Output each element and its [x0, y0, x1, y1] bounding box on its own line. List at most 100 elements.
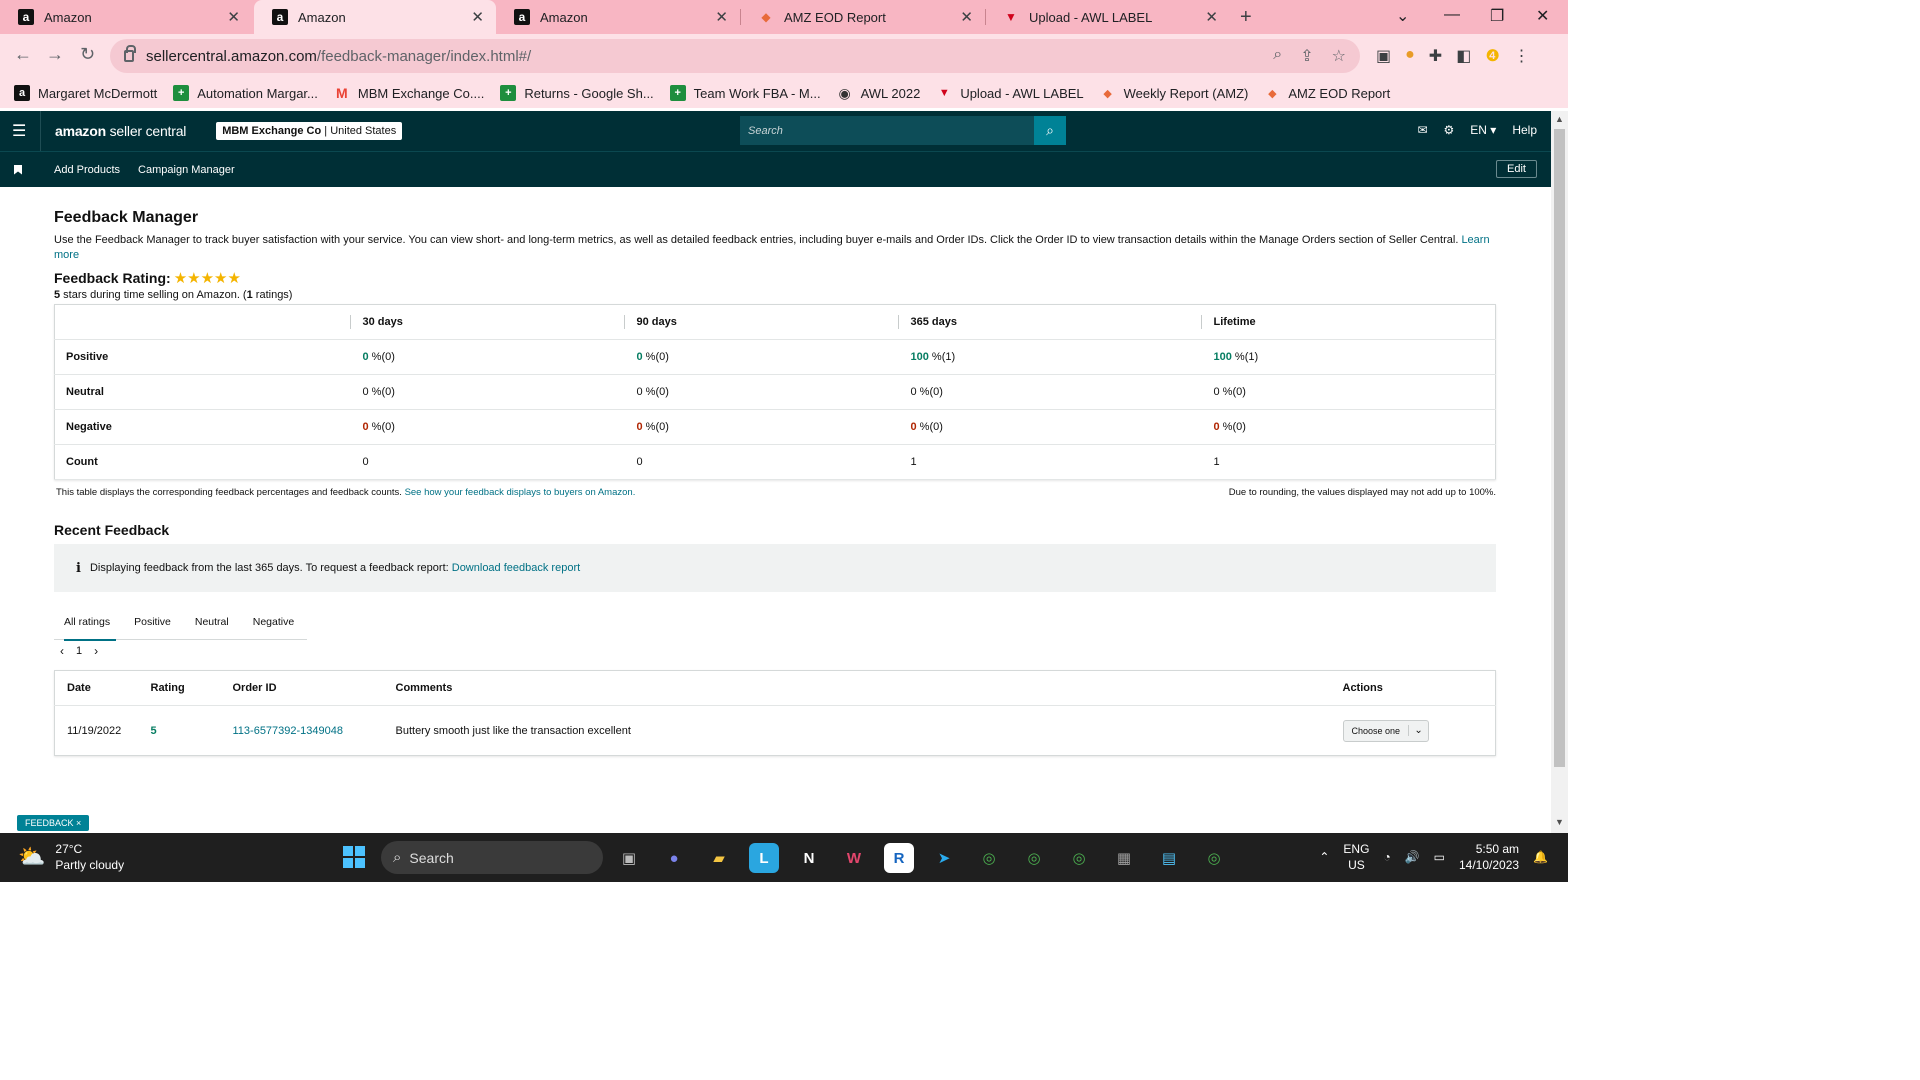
- windows-start-icon[interactable]: [343, 846, 365, 868]
- lock-icon[interactable]: [124, 45, 136, 62]
- tab-positive[interactable]: Positive: [124, 604, 181, 640]
- browser-tab[interactable]: ◆ AMZ EOD Report ✕: [740, 0, 985, 34]
- browser-tab-active[interactable]: a Amazon ✕: [254, 0, 496, 34]
- clock[interactable]: 5:50 am 14/10/2023: [1459, 841, 1519, 873]
- extensions-puzzle-icon[interactable]: ✚: [1429, 46, 1442, 66]
- scroll-up-icon[interactable]: ▲: [1555, 114, 1564, 124]
- bookmark-item[interactable]: a Margaret McDermott: [14, 85, 157, 101]
- restore-icon[interactable]: ❐: [1490, 6, 1504, 26]
- mail-icon[interactable]: ✉: [1417, 123, 1427, 137]
- bookmark-item[interactable]: ◉ AWL 2022: [837, 85, 920, 101]
- bookmark-item[interactable]: ◆ Weekly Report (AMZ): [1100, 85, 1248, 101]
- extension-off-icon[interactable]: ▣: [1376, 46, 1391, 66]
- seller-central-logo[interactable]: amazon seller central: [55, 123, 186, 139]
- share-icon[interactable]: ⇪: [1300, 46, 1313, 66]
- chrome-icon[interactable]: ◎: [1064, 843, 1094, 873]
- bookmark-item[interactable]: ▼ Upload - AWL LABEL: [936, 85, 1084, 101]
- chrome-icon[interactable]: ◎: [1199, 843, 1229, 873]
- hamburger-menu-icon[interactable]: ☰: [12, 121, 32, 141]
- side-panel-icon[interactable]: ◧: [1456, 46, 1471, 66]
- close-icon[interactable]: ✕: [227, 8, 240, 26]
- tab-neutral[interactable]: Neutral: [185, 604, 239, 640]
- minimize-icon[interactable]: —: [1444, 6, 1460, 24]
- bookmark-item[interactable]: M MBM Exchange Co....: [334, 85, 484, 101]
- close-icon[interactable]: ✕: [1205, 8, 1218, 26]
- windows-taskbar: ⛅ 27°C Partly cloudy ⌕ Search ▣ ● ▰ L N W …: [0, 833, 1568, 882]
- page-scrollbar[interactable]: ▲ ▼: [1551, 111, 1568, 833]
- volume-icon[interactable]: 🔊: [1405, 850, 1420, 864]
- close-icon[interactable]: ✕: [960, 8, 973, 26]
- metric-cell: 0 %(0): [624, 339, 899, 375]
- help-link[interactable]: Help: [1512, 123, 1537, 137]
- notification-bell-icon[interactable]: 🔔: [1533, 850, 1548, 864]
- browser-tab[interactable]: ▼ Upload - AWL LABEL ✕: [985, 0, 1230, 34]
- reload-icon[interactable]: ↻: [80, 44, 95, 65]
- l-app-icon[interactable]: L: [749, 843, 779, 873]
- close-icon[interactable]: ✕: [471, 8, 484, 26]
- extension-color-icon[interactable]: ●: [1405, 46, 1415, 66]
- next-page-icon[interactable]: ›: [94, 644, 98, 658]
- weather-widget[interactable]: ⛅ 27°C Partly cloudy: [18, 841, 124, 873]
- scroll-thumb[interactable]: [1554, 129, 1565, 767]
- chrome-icon[interactable]: ◎: [974, 843, 1004, 873]
- seller-search-input[interactable]: Search: [740, 116, 1034, 145]
- order-id-link[interactable]: 113-6577392-1349048: [221, 706, 384, 756]
- bookmark-item[interactable]: + Automation Margar...: [173, 85, 318, 101]
- bookmark-star-icon[interactable]: ☆: [1332, 46, 1346, 66]
- new-tab-icon[interactable]: +: [1240, 6, 1252, 29]
- browser-tab[interactable]: a Amazon ✕: [496, 0, 740, 34]
- subnav-campaign-manager[interactable]: Campaign Manager: [138, 164, 235, 176]
- bookmark-icon[interactable]: [14, 164, 22, 175]
- buyer-display-link[interactable]: See how your feedback displays to buyers…: [405, 487, 636, 498]
- edit-button[interactable]: Edit: [1496, 160, 1537, 178]
- show-hidden-icons[interactable]: ⌃: [1319, 850, 1329, 864]
- bookmark-item[interactable]: ◆ AMZ EOD Report: [1264, 85, 1390, 101]
- bookmark-item[interactable]: + Team Work FBA - M...: [669, 85, 821, 101]
- tab-search-icon[interactable]: ⌄: [1396, 6, 1409, 26]
- bookmark-item[interactable]: + Returns - Google Sh...: [500, 85, 654, 101]
- browser-tab[interactable]: a Amazon ✕: [0, 0, 252, 34]
- chevron-down-icon: ⌄: [1408, 725, 1428, 736]
- address-bar[interactable]: sellercentral.amazon.com/feedback-manage…: [110, 39, 1360, 73]
- tab-negative[interactable]: Negative: [243, 604, 304, 640]
- action-dropdown[interactable]: Choose one ⌄: [1342, 719, 1430, 742]
- w-app-icon[interactable]: W: [839, 843, 869, 873]
- prev-page-icon[interactable]: ‹: [60, 644, 64, 658]
- search-icon[interactable]: ⌕: [1034, 116, 1066, 145]
- order-id-text[interactable]: 113-6577392-1349048: [233, 725, 344, 737]
- battery-icon[interactable]: ▭: [1434, 850, 1445, 864]
- r-app-icon[interactable]: R: [884, 843, 914, 873]
- download-report-link[interactable]: Download feedback report: [452, 562, 580, 574]
- profile-avatar-icon[interactable]: ❹: [1485, 46, 1499, 66]
- n-app-icon[interactable]: N: [794, 843, 824, 873]
- taskbar-search[interactable]: ⌕ Search: [381, 841, 603, 874]
- chrome-icon[interactable]: ◎: [1019, 843, 1049, 873]
- url-text: sellercentral.amazon.com/feedback-manage…: [146, 48, 531, 65]
- zoom-icon[interactable]: ⌕: [1273, 46, 1282, 66]
- calculator-icon[interactable]: ▦: [1109, 843, 1139, 873]
- rating-stars: ★★★★★: [173, 270, 241, 287]
- close-icon[interactable]: ✕: [715, 8, 728, 26]
- input-language[interactable]: ENG US: [1343, 841, 1369, 873]
- forward-icon[interactable]: →: [46, 44, 64, 65]
- merchant-region: | United States: [321, 125, 397, 137]
- file-explorer-icon[interactable]: ▰: [704, 843, 734, 873]
- gear-icon[interactable]: ⚙: [1444, 123, 1455, 137]
- feedback-pill[interactable]: FEEDBACK ×: [17, 815, 90, 831]
- scroll-down-icon[interactable]: ▼: [1555, 817, 1564, 827]
- metric-cell: 0 %(0): [624, 409, 899, 445]
- notepad-icon[interactable]: ▤: [1154, 843, 1184, 873]
- task-view-icon[interactable]: ▣: [614, 843, 644, 873]
- teams-icon[interactable]: ●: [659, 843, 689, 873]
- menu-dots-icon[interactable]: ⋮: [1514, 46, 1530, 66]
- temperature: 27°C: [55, 842, 83, 856]
- language-selector[interactable]: EN ▾: [1470, 123, 1496, 137]
- back-icon[interactable]: ←: [14, 44, 32, 65]
- tab-all-ratings[interactable]: All ratings: [54, 604, 120, 641]
- subnav-add-products[interactable]: Add Products: [54, 164, 120, 176]
- wifi-icon[interactable]: ◔: [1383, 850, 1390, 864]
- page-number[interactable]: 1: [76, 645, 82, 657]
- merchant-switcher[interactable]: MBM Exchange Co | United States: [216, 122, 403, 140]
- window-close-icon[interactable]: ✕: [1536, 6, 1549, 26]
- telegram-icon[interactable]: ➤: [929, 843, 959, 873]
